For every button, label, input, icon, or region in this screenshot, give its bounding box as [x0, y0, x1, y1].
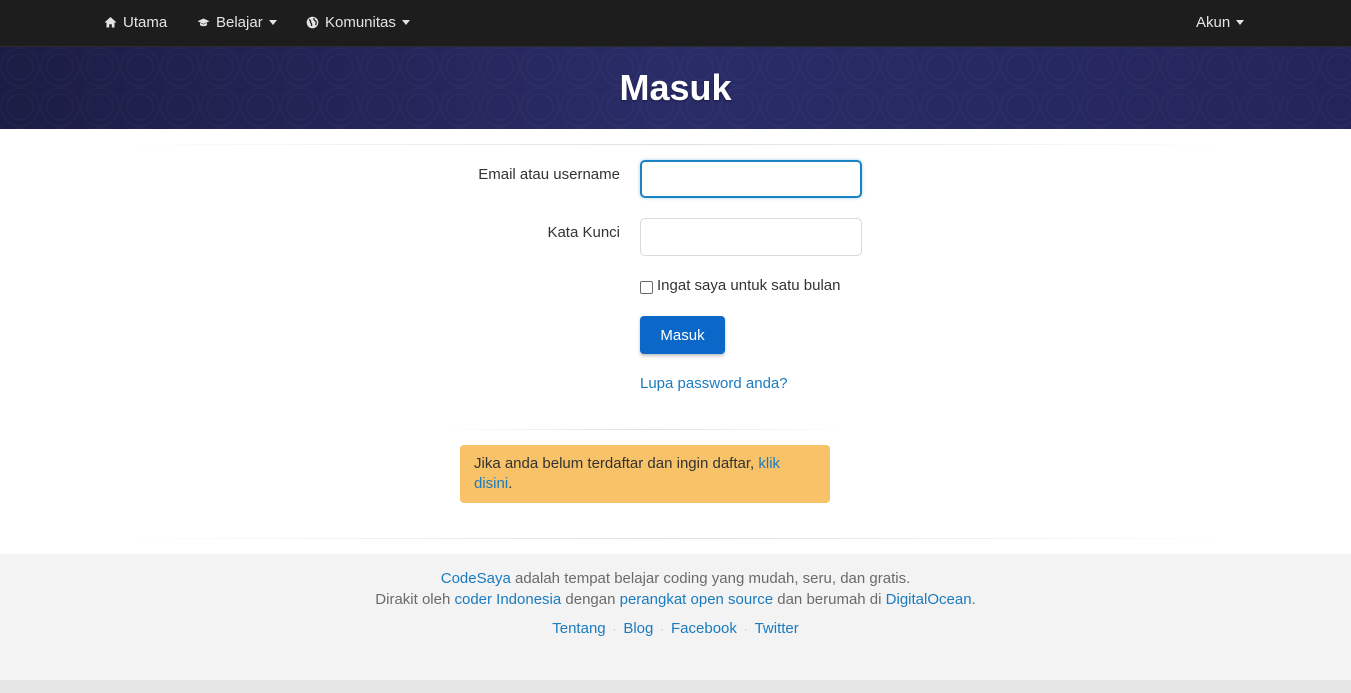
footer-tagline: CodeSaya adalah tempat belajar coding ya…	[0, 570, 1351, 587]
password-input[interactable]	[640, 218, 862, 256]
register-alert-text: Jika anda belum terdaftar dan ingin daft…	[474, 455, 759, 472]
footer-link-blog[interactable]: Blog	[623, 620, 653, 637]
page-header-banner: Masuk	[0, 47, 1351, 129]
nav-item-label: Belajar	[216, 14, 263, 31]
footer-tagline-text: adalah tempat belajar coding yang mudah,…	[510, 570, 911, 587]
graduation-cap-icon	[197, 16, 210, 29]
page-title: Masuk	[619, 67, 732, 108]
nav-item-utama[interactable]: Utama	[104, 0, 167, 45]
caret-down-icon	[401, 20, 410, 25]
footer-credits: Dirakit oleh coder Indonesia dengan pera…	[0, 591, 1351, 608]
footer-link-twitter[interactable]: Twitter	[755, 620, 799, 637]
footer-separator: ·	[743, 624, 748, 636]
nav-item-akun[interactable]: Akun	[1196, 0, 1245, 45]
email-label: Email atau username	[478, 166, 620, 183]
coder-indonesia-link[interactable]: coder Indonesia	[454, 591, 561, 608]
main-content: Email atau username Kata Kunci Ingat say…	[0, 129, 1351, 554]
nav-item-label: Akun	[1196, 14, 1231, 31]
footer-credits-text: .	[971, 591, 976, 608]
divider	[440, 429, 850, 430]
register-alert-suffix: .	[508, 475, 513, 492]
register-alert: Jika anda belum terdaftar dan ingin daft…	[460, 445, 830, 503]
nav-item-label: Utama	[123, 14, 168, 31]
footer-credits-text: Dirakit oleh	[375, 591, 455, 608]
page-bottom-strip	[0, 680, 1351, 693]
divider	[110, 538, 1240, 539]
login-button[interactable]: Masuk	[640, 316, 725, 354]
nav-item-belajar[interactable]: Belajar	[197, 0, 277, 45]
globe-icon	[306, 16, 319, 29]
remember-me-checkbox[interactable]	[640, 280, 653, 294]
caret-down-icon	[1236, 20, 1245, 25]
nav-item-komunitas[interactable]: Komunitas	[306, 0, 410, 45]
caret-down-icon	[268, 20, 277, 25]
footer-credits-text: dengan	[561, 591, 620, 608]
footer: CodeSaya adalah tempat belajar coding ya…	[0, 554, 1351, 680]
footer-link-tentang[interactable]: Tentang	[552, 620, 605, 637]
password-label: Kata Kunci	[547, 224, 620, 241]
home-icon	[104, 16, 117, 29]
nav-item-label: Komunitas	[325, 14, 396, 31]
open-source-link[interactable]: perangkat open source	[620, 591, 773, 608]
footer-links: Tentang · Blog · Facebook · Twitter	[0, 620, 1351, 637]
footer-link-facebook[interactable]: Facebook	[671, 620, 737, 637]
top-navbar: Utama Belajar Komunitas Akun	[0, 0, 1351, 47]
digitalocean-link[interactable]: DigitalOcean	[886, 591, 972, 608]
forgot-password-link[interactable]: Lupa password anda?	[640, 375, 788, 392]
brand-link[interactable]: CodeSaya	[441, 570, 511, 587]
footer-separator: ·	[612, 624, 617, 636]
email-input[interactable]	[640, 160, 862, 198]
footer-credits-text: dan berumah di	[773, 591, 886, 608]
divider	[110, 144, 1240, 145]
remember-me-row[interactable]: Ingat saya untuk satu bulan	[640, 277, 840, 294]
footer-separator: ·	[660, 624, 665, 636]
remember-me-label: Ingat saya untuk satu bulan	[657, 277, 841, 294]
